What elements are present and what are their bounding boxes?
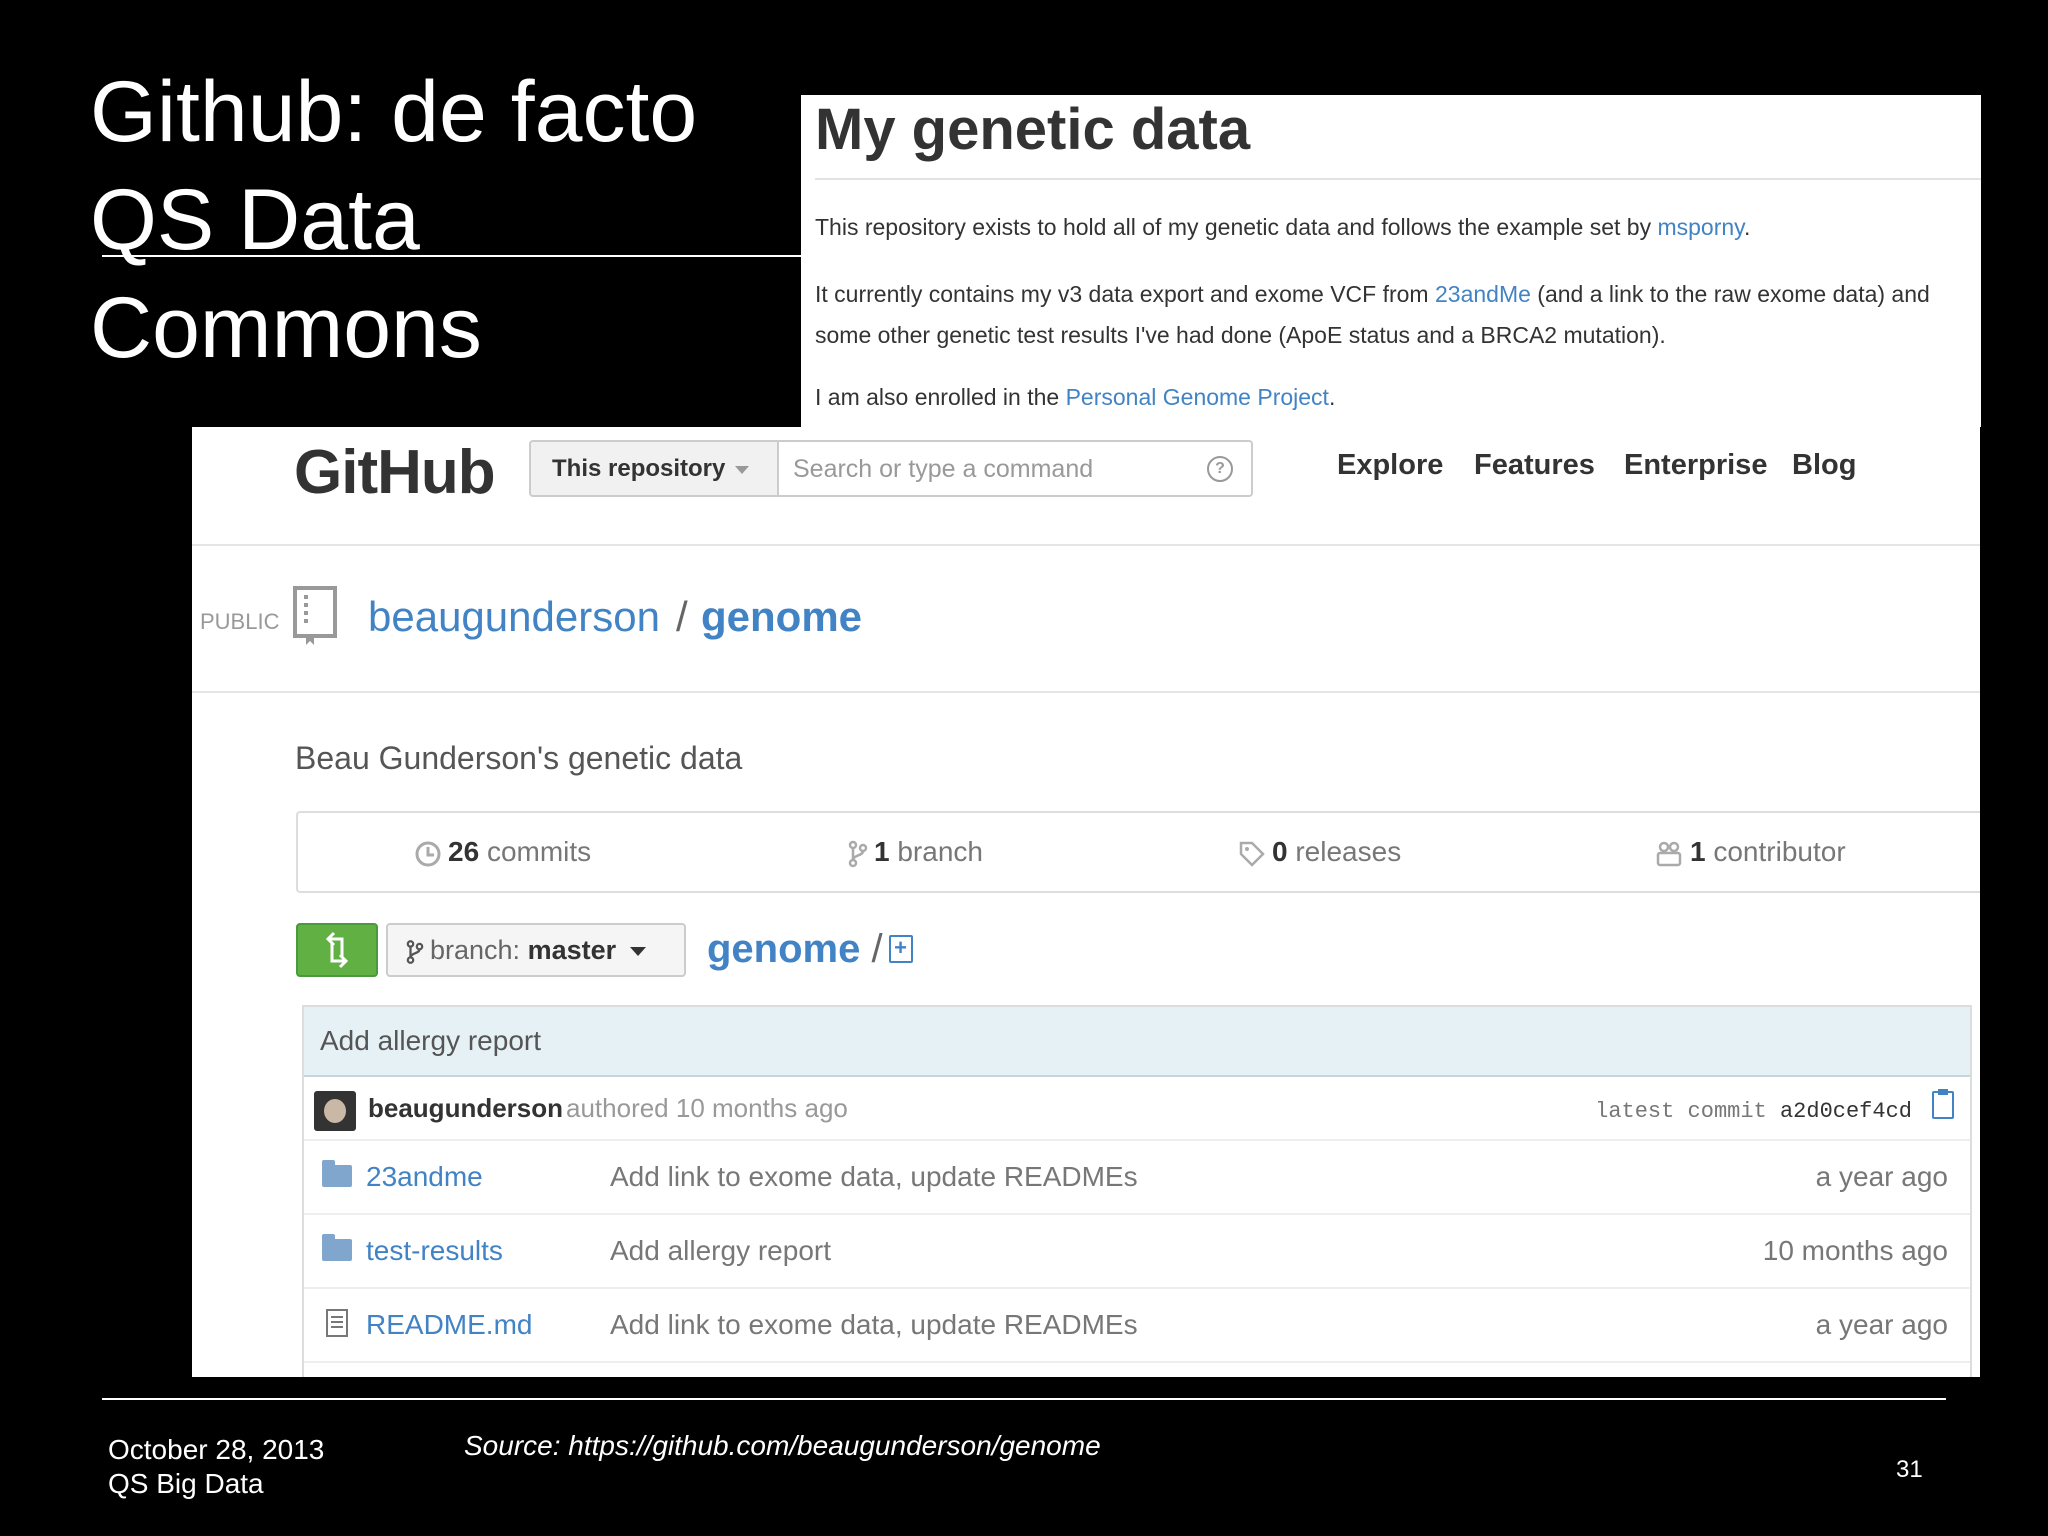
latest-commit-message[interactable]: Add allergy report	[304, 1007, 1970, 1077]
branch-selector[interactable]: branch: master	[386, 923, 686, 977]
branch-name: master	[527, 935, 617, 965]
readme-text: .	[1328, 384, 1336, 410]
nav-features[interactable]: Features	[1474, 449, 1595, 482]
caret-down-icon	[735, 465, 750, 474]
slide-title-line: QS Data	[90, 172, 420, 268]
commit-sha[interactable]: a2d0cef4cd	[1780, 1099, 1912, 1124]
commits-count: 26	[448, 836, 480, 867]
slide-title: Github: de facto QS Data Commons	[90, 58, 697, 382]
23andme-link[interactable]: 23andMe	[1435, 281, 1531, 307]
search-input[interactable]	[793, 452, 1173, 486]
title-divider	[102, 255, 802, 257]
branch-prefix: branch:	[430, 935, 521, 965]
file-age: a year ago	[1815, 1161, 1948, 1192]
readme-text: I am also enrolled in the	[815, 384, 1066, 410]
file-browser: Add allergy report beaugunderson authore…	[302, 1005, 1972, 1377]
file-row[interactable]: README.md Add link to exome data, update…	[304, 1289, 1970, 1363]
file-age: 10 months ago	[1762, 1235, 1948, 1266]
readme-heading: My genetic data	[815, 97, 1251, 162]
contributors-count: 1	[1690, 836, 1706, 867]
branch-count: 1	[874, 836, 890, 867]
repo-stats-bar: 26 commits 1 branch 0 releases 1 contrib…	[296, 811, 1980, 893]
branch-icon	[848, 840, 868, 867]
file-row[interactable]: test-results Add allergy report 10 month…	[304, 1215, 1970, 1289]
repo-icon	[293, 586, 337, 645]
source-citation: Source: https://github.com/beaugunderson…	[464, 1430, 1101, 1461]
breadcrumb-repo-link[interactable]: genome	[707, 927, 860, 971]
repo-name-link[interactable]: genome	[701, 593, 862, 641]
file-name-link[interactable]: test-results	[366, 1235, 503, 1267]
readme-paragraph: This repository exists to hold all of my…	[815, 207, 1965, 248]
branch-label: branch	[897, 836, 983, 867]
folder-icon	[322, 1234, 352, 1261]
search-scope-label: This repository	[552, 455, 726, 482]
page-number: 31	[1896, 1456, 1923, 1483]
organization-icon	[1656, 841, 1682, 866]
footer-date: October 28, 2013	[108, 1434, 325, 1465]
avatar-face	[324, 1099, 346, 1123]
clipboard-icon[interactable]	[1932, 1089, 1954, 1119]
latest-commit-label: latest commit	[1595, 1099, 1767, 1124]
header-divider	[192, 544, 1980, 546]
file-row[interactable]: 23andme Add link to exome data, update R…	[304, 1141, 1970, 1215]
github-repo-panel: GitHub This repository ? Explore Feature…	[192, 427, 1980, 1377]
readme-divider	[815, 178, 1981, 180]
latest-commit-info: latest commit a2d0cef4cd	[1595, 1099, 1912, 1124]
caret-down-icon	[630, 947, 647, 957]
nav-blog[interactable]: Blog	[1792, 449, 1856, 482]
readme-text: This repository exists to hold all of my…	[815, 214, 1658, 240]
msporny-link[interactable]: msporny	[1657, 214, 1744, 240]
commits-label: commits	[486, 836, 592, 867]
releases-label: releases	[1295, 836, 1402, 867]
readme-panel: My genetic data This repository exists t…	[801, 95, 1981, 427]
slide-title-line: Commons	[90, 280, 482, 376]
releases-count: 0	[1272, 836, 1288, 867]
commits-stat[interactable]: 26 commits	[414, 836, 591, 868]
nav-explore[interactable]: Explore	[1337, 449, 1443, 482]
search-box: ?	[779, 440, 1253, 497]
file-age: a year ago	[1815, 1309, 1948, 1340]
github-logo[interactable]: GitHub	[294, 437, 496, 508]
new-file-icon[interactable]: +	[888, 935, 913, 964]
nav-enterprise[interactable]: Enterprise	[1624, 449, 1767, 482]
file-name-link[interactable]: README.md	[366, 1309, 532, 1341]
commit-meta: beaugunderson authored 10 months ago lat…	[304, 1077, 1970, 1141]
footer-divider	[102, 1398, 1946, 1400]
readme-text: It currently contains my v3 data export …	[815, 281, 1435, 307]
repo-owner-link[interactable]: beaugunderson	[368, 593, 660, 641]
folder-icon	[322, 1160, 352, 1187]
avatar[interactable]	[314, 1091, 356, 1131]
contributors-stat[interactable]: 1 contributor	[1654, 836, 1846, 868]
file-text-icon	[326, 1309, 348, 1337]
visibility-label: PUBLIC	[200, 609, 280, 634]
footer-event: QS Big Data	[108, 1468, 264, 1499]
readme-text: .	[1743, 214, 1751, 240]
file-commit-message[interactable]: Add link to exome data, update READMEs	[610, 1161, 1138, 1193]
history-icon	[415, 841, 441, 867]
search-scope-dropdown[interactable]: This repository	[529, 440, 779, 497]
slide-title-line: Github: de facto	[90, 64, 698, 160]
branch-icon	[406, 939, 424, 964]
commit-author[interactable]: beaugunderson	[368, 1093, 563, 1124]
readme-paragraph: It currently contains my v3 data export …	[815, 274, 1965, 356]
tag-icon	[1239, 841, 1265, 867]
breadcrumb-separator: /	[871, 927, 883, 971]
file-commit-message[interactable]: Add allergy report	[610, 1235, 831, 1267]
contributors-label: contributor	[1713, 836, 1846, 867]
repo-header-divider	[192, 691, 1980, 693]
file-name-link[interactable]: 23andme	[366, 1161, 483, 1193]
repo-path-separator: /	[676, 593, 688, 640]
repo-description: Beau Gunderson's genetic data	[295, 740, 743, 776]
releases-stat[interactable]: 0 releases	[1238, 836, 1401, 868]
file-commit-message[interactable]: Add link to exome data, update READMEs	[610, 1309, 1138, 1341]
file-breadcrumb: genome / +	[707, 927, 913, 972]
compare-button[interactable]	[296, 923, 378, 977]
help-icon[interactable]: ?	[1207, 456, 1233, 482]
personal-genome-project-link[interactable]: Personal Genome Project	[1066, 384, 1329, 410]
commit-time: authored 10 months ago	[566, 1093, 848, 1123]
readme-paragraph: I am also enrolled in the Personal Genom…	[815, 377, 1965, 418]
compare-arrows-icon	[325, 931, 349, 969]
branches-stat[interactable]: 1 branch	[848, 836, 983, 868]
